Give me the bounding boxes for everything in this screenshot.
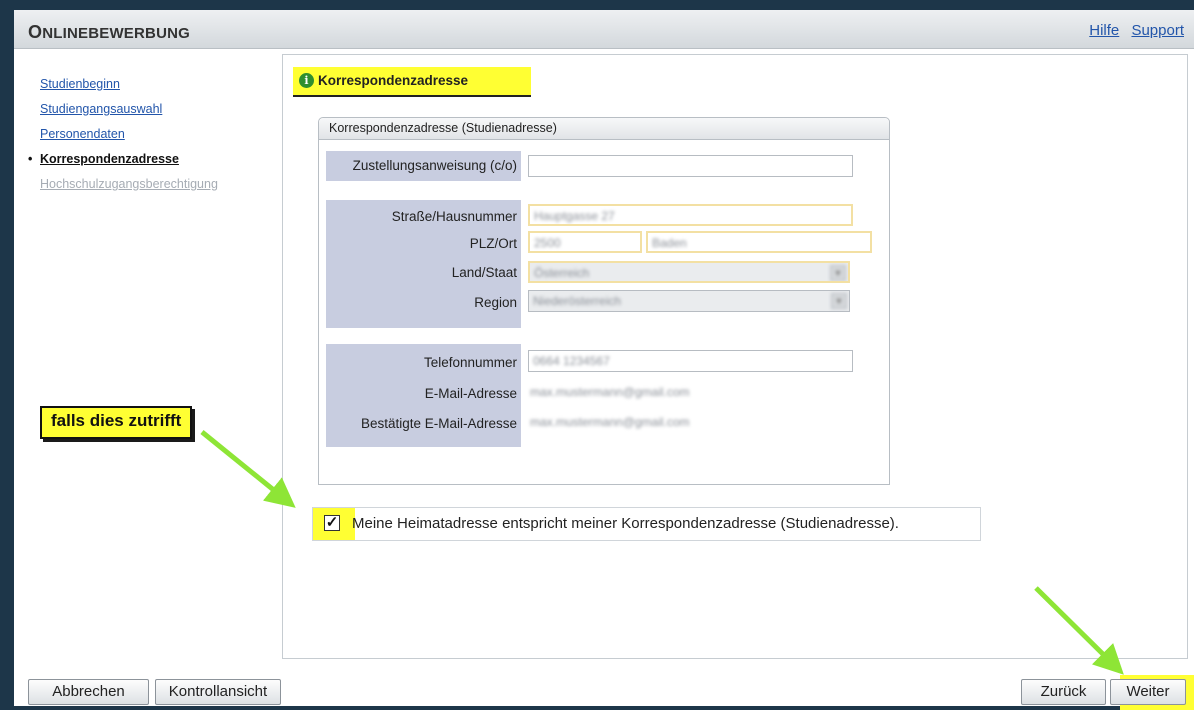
plz-ort-label: PLZ/Ort: [469, 236, 517, 251]
phone-input[interactable]: 0664 1234567: [528, 350, 853, 372]
street-input[interactable]: Hauptgasse 27: [528, 204, 853, 226]
country-value: Österreich: [534, 266, 590, 280]
co-group: Zustellungsanweisung (c/o): [326, 151, 521, 181]
next-button[interactable]: Weiter: [1110, 679, 1186, 705]
nav-item-studienbeginn[interactable]: Studienbeginn: [28, 72, 278, 97]
contact-group: Telefonnummer E-Mail-Adresse Bestätigte …: [326, 344, 521, 447]
form-box-title: Korrespondenzadresse (Studienadresse): [319, 118, 889, 140]
country-label: Land/Staat: [451, 265, 517, 280]
address-form-box: Korrespondenzadresse (Studienadresse) Zu…: [318, 117, 890, 485]
email-value: max.mustermann@gmail.com: [530, 385, 690, 399]
header-bar: ONLINEBEWERBUNG Hilfe Support: [14, 10, 1194, 49]
same-address-label: Meine Heimatadresse entspricht meiner Ko…: [352, 515, 899, 532]
section-title: i Korrespondenzadresse: [293, 67, 531, 97]
plz-input[interactable]: 2500: [528, 231, 642, 253]
app-title: ONLINEBEWERBUNG: [28, 22, 190, 43]
same-address-checkbox[interactable]: ✓: [324, 515, 340, 531]
region-value: Niederösterreich: [533, 294, 622, 308]
ort-input[interactable]: Baden: [646, 231, 872, 253]
country-select[interactable]: Österreich ▼: [528, 261, 850, 283]
region-label: Region: [474, 295, 517, 310]
street-label: Straße/Hausnummer: [391, 209, 517, 224]
help-link[interactable]: Hilfe: [1089, 22, 1119, 39]
chevron-down-icon: ▼: [830, 265, 846, 281]
annotation-callout: falls dies zutrifft: [40, 406, 193, 439]
app-title-initial: O: [28, 22, 43, 42]
same-address-checkbox-row[interactable]: ✓ Meine Heimatadresse entspricht meiner …: [312, 507, 981, 541]
street-value: Hauptgasse 27: [534, 209, 615, 223]
ort-value: Baden: [652, 236, 687, 250]
email-confirmed-value: max.mustermann@gmail.com: [530, 415, 690, 429]
nav-item-studiengangsauswahl[interactable]: Studiengangsauswahl: [28, 97, 278, 122]
section-title-label: Korrespondenzadresse: [318, 73, 469, 88]
app-title-rest: NLINEBEWERBUNG: [42, 25, 191, 42]
nav-item-personendaten[interactable]: Personendaten: [28, 122, 278, 147]
cancel-button[interactable]: Abbrechen: [28, 679, 149, 705]
step-navigation: Studienbeginn Studiengangsauswahl Person…: [28, 72, 278, 197]
phone-value: 0664 1234567: [533, 354, 610, 368]
back-button[interactable]: Zurück: [1021, 679, 1106, 705]
nav-item-hochschulzugangsberechtigung: Hochschulzugangsberechtigung: [40, 177, 218, 191]
phone-label: Telefonnummer: [423, 355, 517, 370]
support-link[interactable]: Support: [1131, 22, 1184, 39]
co-label: Zustellungsanweisung (c/o): [352, 158, 517, 173]
application-window: ONLINEBEWERBUNG Hilfe Support Studienbeg…: [14, 10, 1194, 710]
review-button[interactable]: Kontrollansicht: [155, 679, 281, 705]
address-group: Straße/Hausnummer PLZ/Ort Land/Staat Reg…: [326, 200, 521, 328]
header-links: Hilfe Support: [1081, 22, 1184, 39]
nav-item-korrespondenzadresse: Korrespondenzadresse: [28, 147, 278, 172]
region-select[interactable]: Niederösterreich ▼: [528, 290, 850, 312]
chevron-down-icon: ▼: [831, 293, 847, 309]
email-confirmed-label: Bestätigte E-Mail-Adresse: [360, 416, 517, 431]
email-label: E-Mail-Adresse: [424, 386, 517, 401]
co-input[interactable]: [528, 155, 853, 177]
info-icon: i: [299, 73, 314, 88]
plz-value: 2500: [534, 236, 561, 250]
main-panel: i Korrespondenzadresse Korrespondenzadre…: [282, 54, 1188, 659]
